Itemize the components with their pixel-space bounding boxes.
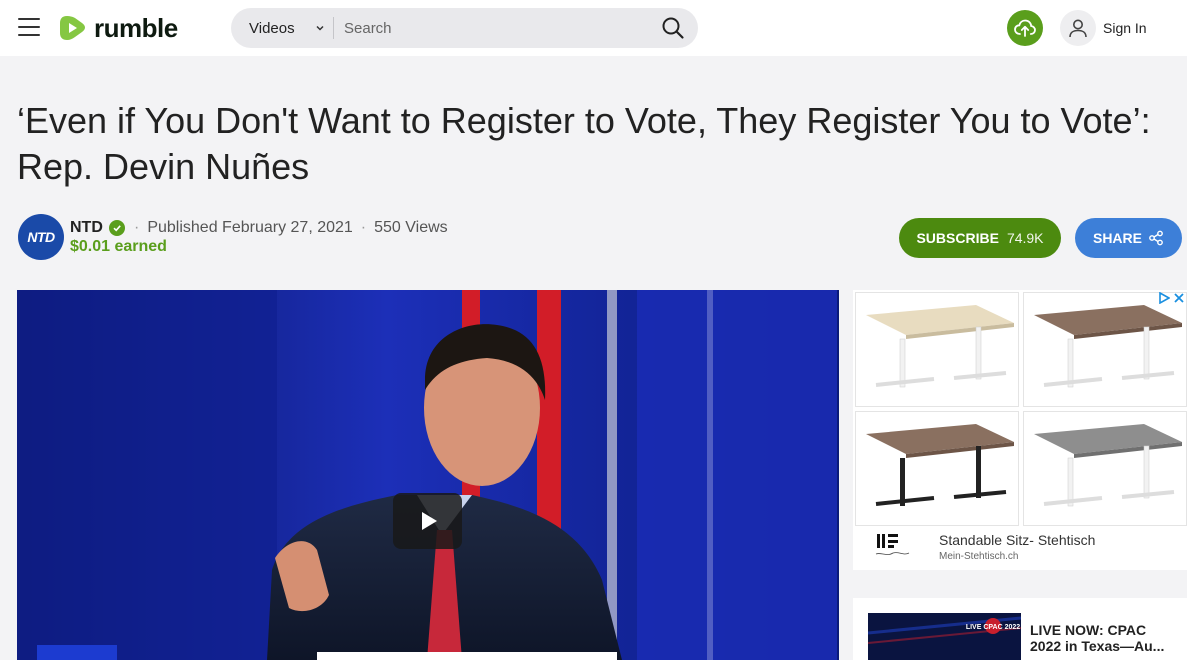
adchoices-icon <box>1159 292 1170 304</box>
channel-name[interactable]: NTD <box>70 219 103 237</box>
ad-desk-image[interactable] <box>855 411 1019 526</box>
advertisement[interactable]: Standable Sitz- Stehtisch Mein-Stehtisch… <box>853 290 1187 570</box>
subscribe-label: SUBSCRIBE <box>916 230 999 246</box>
sign-in-button[interactable]: Sign In <box>1060 10 1147 46</box>
sign-in-label: Sign In <box>1103 20 1147 36</box>
view-count: 550 Views <box>374 219 448 236</box>
live-thumb-caption: LIVE CPAC 2022 <box>966 624 1020 631</box>
ad-choices[interactable] <box>1158 292 1185 304</box>
play-button[interactable] <box>393 493 462 549</box>
upload-button[interactable] <box>1007 10 1043 46</box>
search-button[interactable] <box>648 8 698 48</box>
share-icon <box>1149 230 1163 246</box>
live-video-title[interactable]: LIVE NOW: CPAC 2022 in Texas—Au... <box>1030 622 1180 654</box>
search-bar: Videos <box>231 8 698 48</box>
share-label: SHARE <box>1092 230 1142 246</box>
published-date: Published February 27, 2021 <box>147 219 353 236</box>
close-icon[interactable] <box>1173 292 1185 304</box>
search-category-select[interactable]: Videos <box>231 8 333 48</box>
upload-cloud-icon <box>1014 19 1036 37</box>
ad-title[interactable]: Standable Sitz- Stehtisch <box>939 532 1095 548</box>
video-meta: · Published February 27, 2021 · 550 View… <box>134 219 448 236</box>
play-icon <box>421 512 437 530</box>
video-title: ‘Even if You Don't Want to Register to V… <box>17 100 1151 187</box>
ad-product-grid <box>855 292 1187 526</box>
user-icon <box>1060 10 1096 46</box>
subscriber-count: 74.9K <box>1006 230 1044 246</box>
logo-text: rumble <box>94 12 178 43</box>
ad-desk-image[interactable] <box>1023 411 1187 526</box>
video-player[interactable] <box>17 290 839 660</box>
channel-avatar[interactable]: NTD <box>18 214 64 260</box>
search-category-label: Videos <box>249 19 295 37</box>
video-thumbnail <box>17 290 839 660</box>
search-icon <box>662 17 684 39</box>
share-button[interactable]: SHARE <box>1075 218 1182 258</box>
live-video-card[interactable]: LIVE CPAC 2022 LIVE NOW: CPAC 2022 in Te… <box>853 598 1187 660</box>
earned-amount: $0.01 earned <box>70 238 167 255</box>
ad-desk-image[interactable] <box>855 292 1019 407</box>
menu-icon[interactable] <box>18 18 40 36</box>
advertiser-logo <box>875 534 910 555</box>
ad-desk-image[interactable] <box>1023 292 1187 407</box>
rumble-logo[interactable]: rumble <box>58 12 178 44</box>
chevron-down-icon <box>316 25 324 31</box>
live-video-thumbnail[interactable]: LIVE CPAC 2022 <box>868 613 1021 660</box>
channel-avatar-text: NTD <box>27 229 55 245</box>
verified-badge-icon <box>109 220 125 236</box>
ad-domain: Mein-Stehtisch.ch <box>939 551 1019 562</box>
search-input[interactable] <box>334 8 648 48</box>
rumble-logo-icon <box>60 16 85 40</box>
subscribe-button[interactable]: SUBSCRIBE 74.9K <box>899 218 1061 258</box>
top-navigation-bar: rumble Videos Sign In <box>0 0 1187 56</box>
